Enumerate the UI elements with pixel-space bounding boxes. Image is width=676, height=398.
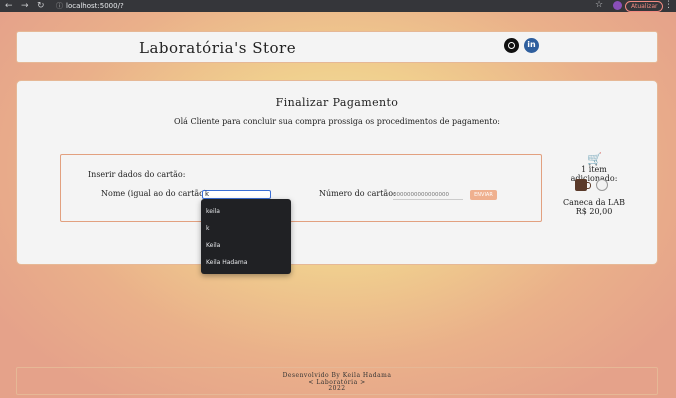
page-title: Finalizar Pagamento (275, 96, 399, 109)
card-number-label: Número do cartão: (319, 189, 396, 198)
forward-icon[interactable]: → (21, 1, 29, 11)
autocomplete-option[interactable]: Keila (206, 241, 220, 251)
site-info-icon[interactable]: ⓘ (56, 1, 63, 11)
name-input[interactable]: k (202, 190, 271, 199)
autocomplete-option[interactable]: keila (206, 207, 220, 217)
footer-year: 2022 (328, 385, 346, 392)
card-form: Inserir dados do cartão: Nome (igual ao … (60, 154, 542, 222)
page-subtitle: Olá Cliente para concluir sua compra pro… (174, 117, 500, 126)
checkout-panel: Finalizar Pagamento Olá Cliente para con… (16, 80, 658, 265)
store-title: Laboratória's Store (139, 39, 297, 57)
github-icon[interactable] (504, 38, 519, 53)
card-number-input[interactable]: 0000000000000000 (393, 191, 463, 200)
browser-toolbar: ← → ↻ ⓘ localhost:5000/? ☆ Atualizar ⋮ (0, 0, 676, 12)
cart-count: 1 item adicionado: (570, 165, 618, 183)
autocomplete-option[interactable]: k (206, 224, 209, 234)
mug-image (575, 179, 591, 191)
name-label: Nome (igual ao do cartão): (101, 189, 210, 198)
card-form-heading: Inserir dados do cartão: (88, 170, 186, 179)
linkedin-icon[interactable]: in (524, 38, 539, 53)
bookmark-star-icon[interactable]: ☆ (595, 0, 603, 11)
autocomplete-dropdown: keila k Keila Keila Hadama (201, 199, 291, 274)
site-footer: Desenvolvido By Keila Hadama < Laboratór… (16, 367, 658, 395)
cart-icon: 🛒 (587, 152, 602, 166)
address-bar[interactable]: localhost:5000/? (66, 1, 124, 11)
send-button[interactable]: ENVIAR (470, 190, 497, 200)
back-icon[interactable]: ← (5, 1, 13, 11)
product-price: R$ 20,00 (575, 207, 613, 216)
autocomplete-option[interactable]: Keila Hadama (206, 258, 247, 268)
site-header: Laboratória's Store in (16, 31, 658, 63)
product-name: Caneca da LAB (563, 198, 625, 207)
update-button[interactable]: Atualizar (625, 1, 664, 12)
browser-menu-icon[interactable]: ⋮ (664, 0, 673, 11)
reload-icon[interactable]: ↻ (37, 1, 45, 11)
profile-avatar[interactable] (613, 1, 622, 10)
mug-image-alt (596, 179, 608, 191)
